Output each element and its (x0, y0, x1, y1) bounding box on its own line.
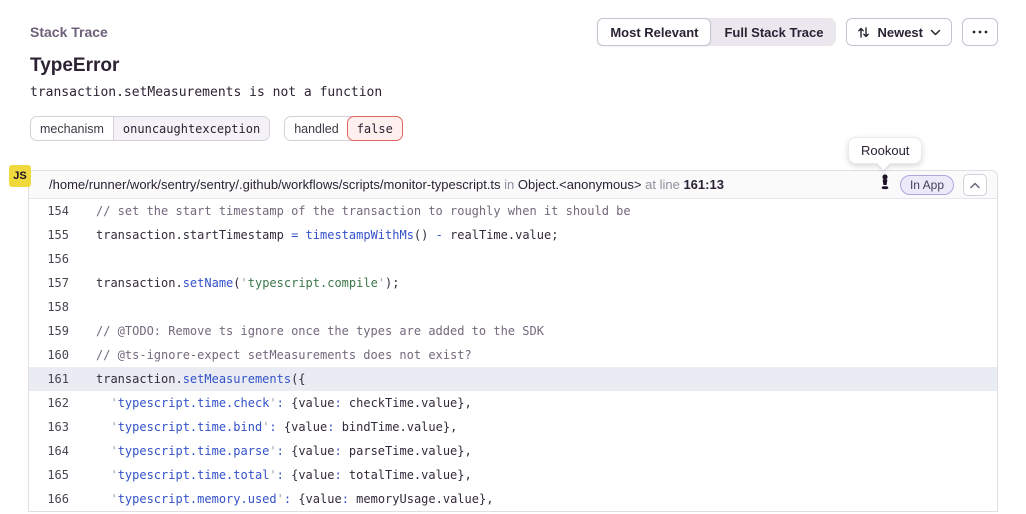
line-number: 156 (29, 247, 69, 271)
code-text: // set the start timestamp of the transa… (96, 199, 631, 223)
line-number: 154 (29, 199, 69, 223)
code-line-159: 159 // @TODO: Remove ts ignore once the t… (29, 319, 997, 343)
arrows-up-down-icon (857, 26, 870, 39)
code-line-163: 163 'typescript.time.bind': {value: bind… (29, 415, 997, 439)
section-title: Stack Trace (30, 24, 108, 40)
sort-label: Newest (877, 25, 923, 40)
ellipsis-icon (972, 30, 988, 34)
tooltip-arrow (877, 157, 890, 170)
line-number: 157 (29, 271, 69, 295)
error-tags: mechanismonuncaughtexception handledfalse (30, 116, 403, 141)
line-number: 166 (29, 487, 69, 511)
sort-newest-button[interactable]: Newest (846, 18, 952, 46)
code-text: // @ts-ignore-expect setMeasurements doe… (96, 343, 472, 367)
code-line-158: 158 (29, 295, 997, 319)
chevron-up-icon (970, 177, 980, 192)
frame-function: Object.<anonymous> (518, 177, 642, 192)
line-number: 158 (29, 295, 69, 319)
stack-trace-toolbar: Stack Trace Most Relevant Full Stack Tra… (30, 18, 998, 46)
tag-value: false (347, 116, 403, 141)
tag-handled: handledfalse (284, 116, 403, 141)
code-line-166: 166 'typescript.memory.used': {value: me… (29, 487, 997, 511)
line-number: 160 (29, 343, 69, 367)
frame-actions: In App (879, 174, 987, 196)
tag-value: onuncaughtexception (113, 117, 269, 140)
tag-mechanism: mechanismonuncaughtexception (30, 116, 270, 141)
frame-line-number: 161:13 (683, 177, 723, 192)
frame-in-word: in (504, 177, 514, 192)
line-number: 163 (29, 415, 69, 439)
code-line-156: 156 (29, 247, 997, 271)
code-text: transaction.startTimestamp = timestampWi… (96, 223, 558, 247)
code-line-162: 162 'typescript.time.check': {value: che… (29, 391, 997, 415)
rookout-tooltip-label: Rookout (861, 143, 909, 158)
code-text: transaction.setMeasurements({ (96, 367, 306, 391)
code-text: 'typescript.time.check': {value: checkTi… (96, 391, 472, 415)
code-text: 'typescript.time.parse': {value: parseTi… (96, 439, 472, 463)
collapse-frame-button[interactable] (963, 174, 987, 196)
code-text: // @TODO: Remove ts ignore once the type… (96, 319, 544, 343)
code-text: 'typescript.time.total': {value: totalTi… (96, 463, 472, 487)
code-line-157: 157 transaction.setName('typescript.compi… (29, 271, 997, 295)
rookout-tooltip: Rookout (848, 137, 922, 164)
frame-at-word: at line (645, 177, 680, 192)
line-number: 162 (29, 391, 69, 415)
error-message: transaction.setMeasurements is not a fun… (30, 85, 382, 100)
source-code-context: 154 // set the start timestamp of the tra… (29, 199, 997, 511)
chevron-down-icon (930, 29, 941, 36)
line-number: 161 (29, 367, 69, 391)
code-line-154: 154 // set the start timestamp of the tra… (29, 199, 997, 223)
code-text: 'typescript.time.bind': {value: bindTime… (96, 415, 457, 439)
stack-frame: JS /home/runner/work/sentry/sentry/.gith… (28, 170, 998, 512)
code-line-165: 165 'typescript.time.total': {value: tot… (29, 463, 997, 487)
line-number: 159 (29, 319, 69, 343)
code-text: 'typescript.memory.used': {value: memory… (96, 487, 493, 511)
frame-path: /home/runner/work/sentry/sentry/.github/… (49, 177, 724, 192)
code-line-161: 161 transaction.setMeasurements({ (29, 367, 997, 391)
in-app-badge: In App (900, 175, 954, 195)
error-type-title: TypeError (30, 55, 119, 77)
code-line-164: 164 'typescript.time.parse': {value: par… (29, 439, 997, 463)
tag-key: handled (285, 117, 348, 140)
code-line-155: 155 transaction.startTimestamp = timestam… (29, 223, 997, 247)
frame-filename: /home/runner/work/sentry/sentry/.github/… (49, 177, 501, 192)
line-number: 155 (29, 223, 69, 247)
code-line-160: 160 // @ts-ignore-expect setMeasurements … (29, 343, 997, 367)
view-toggle: Most Relevant Full Stack Trace (597, 18, 836, 46)
code-text: transaction.setName('typescript.compile'… (96, 271, 399, 295)
tag-key: mechanism (31, 117, 113, 140)
rookout-icon[interactable] (879, 174, 891, 195)
more-options-button[interactable] (962, 18, 998, 46)
line-number: 165 (29, 463, 69, 487)
line-number: 164 (29, 439, 69, 463)
javascript-platform-icon: JS (9, 165, 31, 187)
most-relevant-toggle[interactable]: Most Relevant (597, 18, 711, 46)
frame-header[interactable]: /home/runner/work/sentry/sentry/.github/… (29, 171, 997, 199)
full-stack-trace-toggle[interactable]: Full Stack Trace (711, 18, 836, 46)
toolbar-controls: Most Relevant Full Stack Trace Newest (597, 18, 998, 46)
